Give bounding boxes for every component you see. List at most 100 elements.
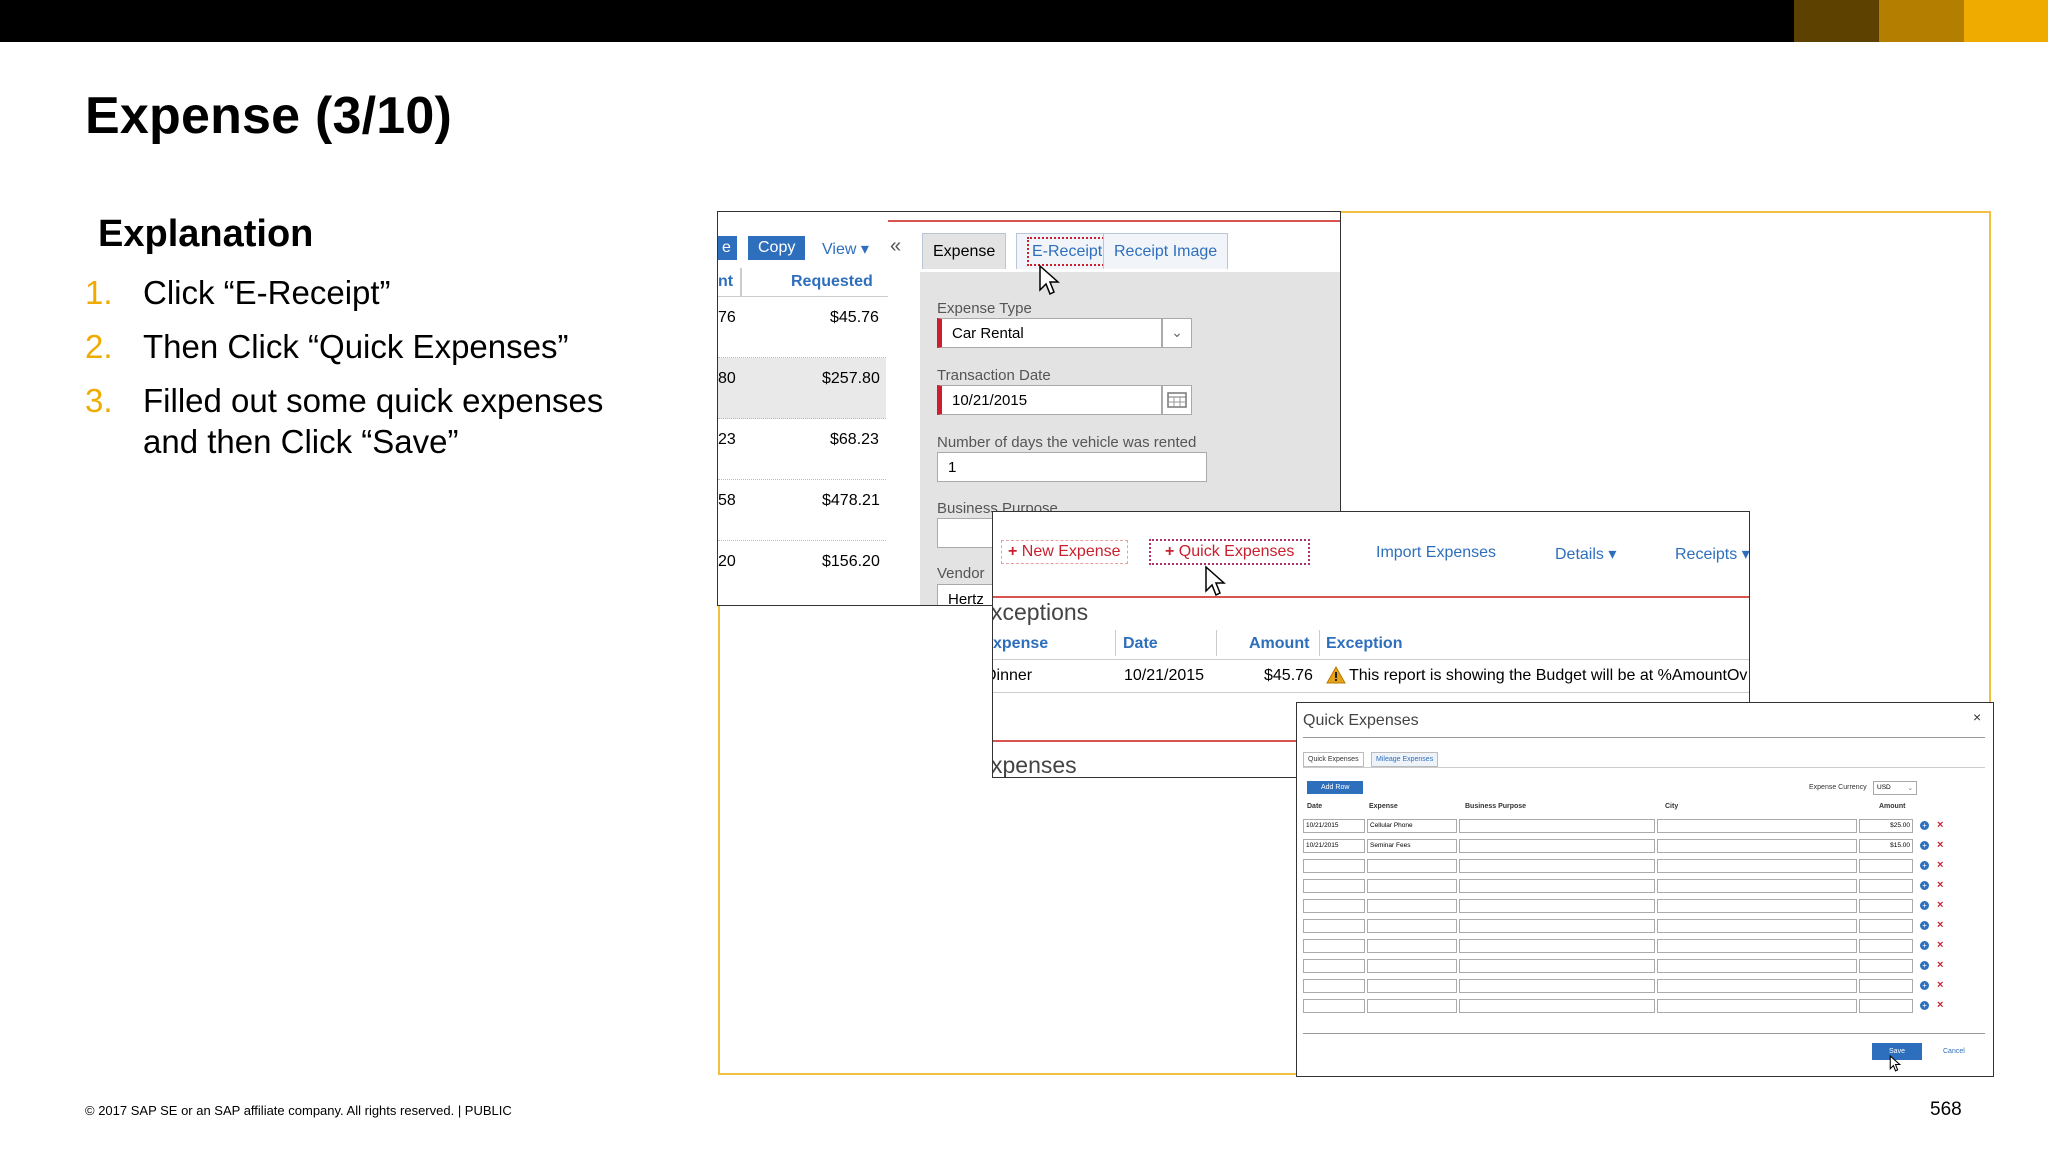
date-cell[interactable]: 10/21/2015 <box>1303 839 1365 853</box>
cancel-link[interactable]: Cancel <box>1943 1048 1965 1055</box>
quick-expenses-button[interactable]: + Quick Expenses <box>1149 539 1311 565</box>
tab-quick-expenses[interactable]: Quick Expenses <box>1303 752 1364 767</box>
close-icon[interactable]: × <box>1973 709 1981 725</box>
amount-cell[interactable] <box>1859 919 1913 933</box>
expense-cell[interactable] <box>1367 959 1457 973</box>
city-cell[interactable] <box>1657 959 1857 973</box>
copy-button[interactable]: Copy <box>748 236 806 260</box>
date-cell[interactable] <box>1303 879 1365 893</box>
amount-cell[interactable] <box>1859 939 1913 953</box>
expense-cell[interactable] <box>1367 899 1457 913</box>
date-cell[interactable]: 10/21/2015 <box>1303 819 1365 833</box>
add-row-icon[interactable]: + <box>1920 841 1929 850</box>
receipts-menu[interactable]: Receipts ▾ <box>1675 544 1749 564</box>
amount-cell[interactable] <box>1859 959 1913 973</box>
date-cell[interactable] <box>1303 999 1365 1013</box>
expense-cell[interactable]: Seminar Fees <box>1367 839 1457 853</box>
expense-cell[interactable] <box>1367 919 1457 933</box>
business-purpose-cell[interactable] <box>1459 939 1655 953</box>
tab-receipt-image[interactable]: Receipt Image <box>1103 233 1229 269</box>
new-expense-button[interactable]: + New Expense <box>1001 540 1128 564</box>
add-row-icon[interactable]: + <box>1920 941 1929 950</box>
add-row-icon[interactable]: + <box>1920 1001 1929 1010</box>
chevron-down-icon[interactable]: ⌄ <box>1162 318 1192 348</box>
add-row-icon[interactable]: + <box>1920 921 1929 930</box>
expense-cell[interactable] <box>1367 999 1457 1013</box>
business-purpose-cell[interactable] <box>1459 839 1655 853</box>
add-row-button[interactable]: Add Row <box>1307 781 1364 794</box>
add-row-icon[interactable]: + <box>1920 961 1929 970</box>
partial-button[interactable]: e <box>718 236 737 260</box>
amount-cell[interactable] <box>1859 879 1913 893</box>
delete-row-icon[interactable]: × <box>1937 840 1943 851</box>
days-rented-input[interactable]: 1 <box>937 452 1207 482</box>
amount-cell[interactable] <box>1859 859 1913 873</box>
add-row-icon[interactable]: + <box>1920 881 1929 890</box>
calendar-icon[interactable] <box>1162 385 1192 415</box>
delete-row-icon[interactable]: × <box>1937 960 1943 971</box>
expense-type-select[interactable]: Car Rental <box>937 318 1162 348</box>
expense-cell[interactable]: Cellular Phone <box>1367 819 1457 833</box>
delete-row-icon[interactable]: × <box>1937 940 1943 951</box>
amount-cell[interactable] <box>1859 979 1913 993</box>
add-row-icon[interactable]: + <box>1920 901 1929 910</box>
list-header-requested[interactable]: Requested <box>791 273 873 291</box>
add-row-icon[interactable]: + <box>1920 821 1929 830</box>
city-cell[interactable] <box>1657 999 1857 1013</box>
date-cell[interactable] <box>1303 939 1365 953</box>
city-cell[interactable] <box>1657 899 1857 913</box>
details-menu[interactable]: Details ▾ <box>1555 544 1616 564</box>
tab-expense[interactable]: Expense <box>922 233 1007 269</box>
business-purpose-cell[interactable] <box>1459 979 1655 993</box>
expense-cell[interactable] <box>1367 979 1457 993</box>
collapse-panel-icon[interactable]: « <box>890 235 901 258</box>
col-header-amount[interactable]: Amount <box>1249 635 1309 653</box>
currency-select[interactable]: USD ⌄ <box>1873 781 1917 795</box>
city-cell[interactable] <box>1657 819 1857 833</box>
view-menu[interactable]: View ▾ <box>822 239 869 259</box>
business-purpose-cell[interactable] <box>1459 999 1655 1013</box>
amount-cell[interactable]: $25.00 <box>1859 819 1913 833</box>
business-purpose-cell[interactable] <box>1459 959 1655 973</box>
delete-row-icon[interactable]: × <box>1937 880 1943 891</box>
business-purpose-cell[interactable] <box>1459 899 1655 913</box>
date-cell[interactable] <box>1303 959 1365 973</box>
table-row-selected[interactable]: 80 $257.80 <box>718 358 886 419</box>
delete-row-icon[interactable]: × <box>1937 820 1943 831</box>
city-cell[interactable] <box>1657 939 1857 953</box>
table-row[interactable]: 20 $156.20 <box>718 541 886 601</box>
col-header-date[interactable]: Date <box>1123 635 1158 653</box>
import-expenses-button[interactable]: Import Expenses <box>1376 544 1496 562</box>
delete-row-icon[interactable]: × <box>1937 900 1943 911</box>
business-purpose-cell[interactable] <box>1459 819 1655 833</box>
delete-row-icon[interactable]: × <box>1937 860 1943 871</box>
expense-cell[interactable] <box>1367 879 1457 893</box>
delete-row-icon[interactable]: × <box>1937 1000 1943 1011</box>
business-purpose-cell[interactable] <box>1459 879 1655 893</box>
tab-mileage-expenses[interactable]: Mileage Expenses <box>1371 752 1439 767</box>
col-header-exception[interactable]: Exception <box>1326 635 1402 653</box>
add-row-icon[interactable]: + <box>1920 861 1929 870</box>
business-purpose-cell[interactable] <box>1459 859 1655 873</box>
table-row[interactable]: 76 $45.76 <box>718 297 886 358</box>
amount-cell[interactable] <box>1859 999 1913 1013</box>
delete-row-icon[interactable]: × <box>1937 980 1943 991</box>
delete-row-icon[interactable]: × <box>1937 920 1943 931</box>
city-cell[interactable] <box>1657 859 1857 873</box>
amount-cell[interactable]: $15.00 <box>1859 839 1913 853</box>
amount-cell[interactable] <box>1859 899 1913 913</box>
col-header-expense[interactable]: xpense <box>993 635 1048 653</box>
city-cell[interactable] <box>1657 879 1857 893</box>
add-row-icon[interactable]: + <box>1920 981 1929 990</box>
date-cell[interactable] <box>1303 919 1365 933</box>
table-row[interactable]: 23 $68.23 <box>718 419 886 480</box>
expense-cell[interactable] <box>1367 859 1457 873</box>
transaction-date-input[interactable]: 10/21/2015 <box>937 385 1162 415</box>
expense-cell[interactable] <box>1367 939 1457 953</box>
date-cell[interactable] <box>1303 859 1365 873</box>
date-cell[interactable] <box>1303 899 1365 913</box>
date-cell[interactable] <box>1303 979 1365 993</box>
city-cell[interactable] <box>1657 839 1857 853</box>
table-row[interactable]: 58 $478.21 <box>718 480 886 541</box>
city-cell[interactable] <box>1657 919 1857 933</box>
